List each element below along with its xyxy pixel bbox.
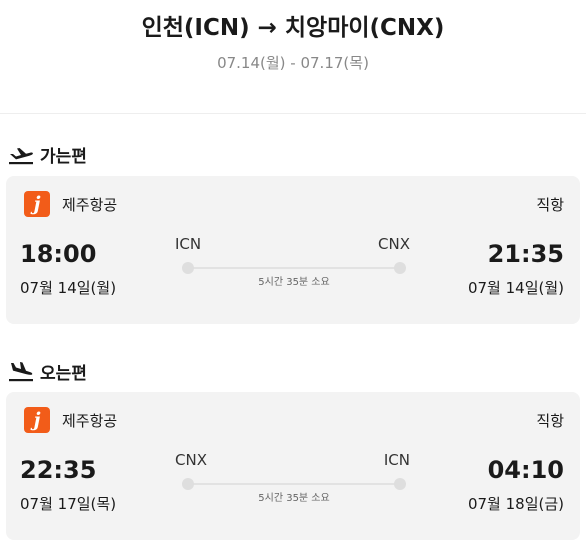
plane-takeoff-icon <box>8 143 34 165</box>
inbound-flight-card[interactable]: j 제주항공 직항 22:35 07월 17일(목) CNX 5시간 35분 소… <box>6 392 580 540</box>
airline-logo-icon: j <box>24 191 50 217</box>
arrival-date: 07월 14일(월) <box>467 279 564 297</box>
arrival-airport-code: CNX <box>378 235 410 253</box>
outbound-flight-card[interactable]: j 제주항공 직항 18:00 07월 14일(월) ICN 5시간 35분 소… <box>6 176 580 324</box>
flight-type-badge: 직항 <box>536 196 564 214</box>
flight-duration: 5시간 35분 소요 <box>258 493 330 504</box>
departure-date: 07월 14일(월) <box>20 279 117 297</box>
airline-info: j 제주항공 <box>24 191 117 217</box>
airline-logo-icon: j <box>24 407 50 433</box>
departure-time: 18:00 <box>20 240 97 268</box>
outbound-section-header: 가는편 <box>8 141 87 167</box>
trip-date-range: 07.14(월) - 07.17(목) <box>217 54 369 72</box>
inbound-label: 오는편 <box>40 363 87 384</box>
route-line <box>188 267 400 269</box>
outbound-label: 가는편 <box>40 146 87 167</box>
departure-time: 22:35 <box>20 456 97 484</box>
arrival-date: 07월 18일(금) <box>467 495 564 513</box>
flight-type-badge: 직항 <box>536 412 564 430</box>
arrival-airport-code: ICN <box>383 451 410 469</box>
airline-info: j 제주항공 <box>24 407 117 433</box>
trip-header: 인천(ICN) → 치앙마이(CNX) 07.14(월) - 07.17(목) <box>0 0 586 114</box>
arrival-time: 04:10 <box>487 456 564 484</box>
flight-duration: 5시간 35분 소요 <box>258 277 330 288</box>
airline-name: 제주항공 <box>62 411 118 430</box>
arrival-time: 21:35 <box>487 240 564 268</box>
route-title: 인천(ICN) → 치앙마이(CNX) <box>141 15 445 41</box>
departure-airport-code: ICN <box>175 235 202 253</box>
departure-date: 07월 17일(목) <box>20 495 117 513</box>
route-line <box>188 483 400 485</box>
departure-airport-code: CNX <box>175 451 207 469</box>
plane-landing-icon <box>8 360 34 382</box>
airline-name: 제주항공 <box>62 195 118 214</box>
inbound-section-header: 오는편 <box>8 358 87 384</box>
